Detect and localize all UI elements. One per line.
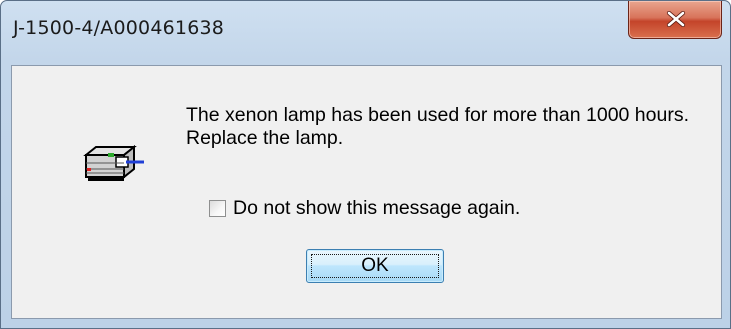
dont-show-again-checkbox[interactable] [209,199,226,217]
ok-button[interactable]: OK [306,249,444,283]
dialog-window: J-1500-4/A000461638 The xenon lamp has b… [0,0,731,329]
lamp-module-icon [83,144,144,181]
ok-button-label: OK [361,255,389,276]
dont-show-again-label[interactable]: Do not show this message again. [233,197,520,220]
close-button[interactable] [628,1,722,39]
window-title: J-1500-4/A000461638 [13,17,225,39]
close-x-icon [666,11,686,27]
message-text: The xenon lamp has been used for more th… [186,104,689,149]
dialog-body: The xenon lamp has been used for more th… [11,65,722,319]
ok-focus-ring: OK [311,254,439,278]
dont-show-again-option[interactable]: Do not show this message again. [209,197,520,219]
title-bar[interactable]: J-1500-4/A000461638 [1,1,730,65]
